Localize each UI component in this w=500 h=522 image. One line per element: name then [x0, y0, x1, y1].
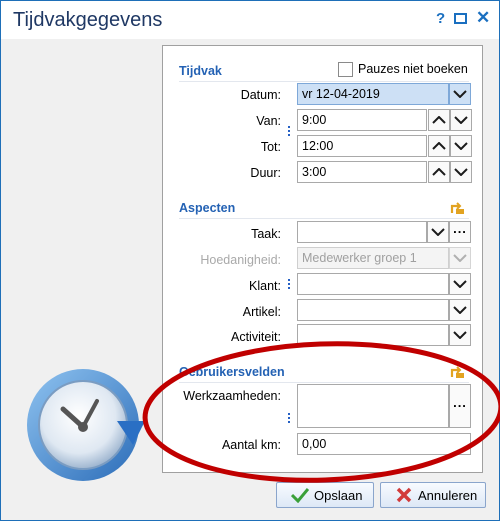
clock-icon	[27, 369, 145, 481]
artikel-label: Artikel:	[242, 305, 281, 319]
save-button-label: Opslaan	[314, 487, 363, 503]
duur-down-button[interactable]	[450, 161, 472, 183]
reset-icon[interactable]	[450, 202, 466, 215]
checkmark-icon	[291, 488, 309, 503]
hoedanigheid-label: Hoedanigheid:	[200, 253, 281, 267]
taak-ellipsis-button[interactable]: ...	[449, 221, 471, 243]
save-button[interactable]: Opslaan	[276, 482, 374, 508]
datum-field[interactable]: vr 12-04-2019	[297, 83, 449, 105]
dialog-window: Tijdvakgegevens ? ✕ Tijdvak Pauzes niet …	[0, 0, 500, 521]
duur-label: Duur:	[250, 166, 281, 180]
duur-up-button[interactable]	[428, 161, 450, 183]
taak-dropdown-button[interactable]	[427, 221, 449, 243]
ellipsis-icon: ...	[453, 221, 467, 236]
ellipsis-icon: ...	[453, 395, 467, 410]
datum-dropdown-button[interactable]	[449, 83, 471, 105]
tot-field[interactable]: 12:00	[297, 135, 427, 157]
duur-field[interactable]: 3:00	[297, 161, 427, 183]
chevron-up-icon	[432, 142, 446, 150]
van-up-button[interactable]	[428, 109, 450, 131]
pauzes-label: Pauzes niet boeken	[358, 62, 468, 76]
tot-up-button[interactable]	[428, 135, 450, 157]
chevron-down-icon	[453, 90, 467, 98]
section-divider	[179, 382, 469, 383]
title-bar: Tijdvakgegevens ? ✕	[1, 1, 499, 39]
activiteit-field[interactable]	[297, 324, 449, 346]
pauzes-checkbox[interactable]	[338, 62, 353, 77]
chevron-down-icon	[454, 142, 468, 150]
chevron-up-icon	[432, 168, 446, 176]
hoedanigheid-field: Medewerker groep 1	[297, 247, 449, 269]
section-title-gebruikersvelden: Gebruikersvelden	[179, 365, 285, 379]
section-divider	[179, 218, 469, 219]
van-label: Van:	[256, 114, 281, 128]
cancel-button-label: Annuleren	[418, 487, 478, 503]
maximize-button[interactable]	[454, 13, 467, 24]
chevron-up-icon	[432, 116, 446, 124]
cross-icon	[396, 487, 412, 503]
details-panel: Tijdvak Pauzes niet boeken Datum: vr 12-…	[162, 45, 483, 473]
taak-field[interactable]	[297, 221, 427, 243]
werkzaamheden-ellipsis-button[interactable]: ...	[449, 384, 471, 428]
tot-down-button[interactable]	[450, 135, 472, 157]
chevron-down-icon	[453, 280, 467, 288]
chevron-down-icon	[453, 306, 467, 314]
werkzaamheden-field[interactable]	[297, 384, 449, 428]
close-button[interactable]: ✕	[476, 8, 490, 28]
taak-label: Taak:	[251, 227, 281, 241]
datum-label: Datum:	[240, 88, 281, 102]
section-title-aspecten: Aspecten	[179, 201, 236, 215]
chevron-down-icon	[454, 168, 468, 176]
drag-handle-icon	[288, 279, 290, 291]
chevron-down-icon	[454, 116, 468, 124]
hoedanigheid-dropdown-button	[449, 247, 471, 269]
chevron-down-icon	[453, 254, 467, 262]
reset-icon[interactable]	[450, 366, 466, 379]
activiteit-label: Activiteit:	[230, 330, 281, 344]
drag-handle-icon	[288, 413, 290, 425]
section-divider	[179, 81, 469, 82]
cancel-button[interactable]: Annuleren	[380, 482, 486, 508]
drag-handle-icon	[288, 126, 290, 138]
werkzaamheden-label: Werkzaamheden:	[183, 389, 281, 403]
chevron-down-icon	[431, 228, 445, 236]
activiteit-dropdown-button[interactable]	[449, 324, 471, 346]
chevron-down-icon	[453, 331, 467, 339]
van-down-button[interactable]	[450, 109, 472, 131]
van-field[interactable]: 9:00	[297, 109, 427, 131]
window-title: Tijdvakgegevens	[13, 9, 163, 31]
section-title-tijdvak: Tijdvak	[179, 64, 222, 78]
tot-label: Tot:	[260, 140, 281, 154]
artikel-field[interactable]	[297, 299, 449, 321]
klant-dropdown-button[interactable]	[449, 273, 471, 295]
km-label: Aantal km:	[221, 438, 281, 452]
help-button[interactable]: ?	[436, 10, 445, 27]
klant-label: Klant:	[249, 279, 281, 293]
klant-field[interactable]	[297, 273, 449, 295]
artikel-dropdown-button[interactable]	[449, 299, 471, 321]
km-field[interactable]: 0,00	[297, 433, 471, 455]
